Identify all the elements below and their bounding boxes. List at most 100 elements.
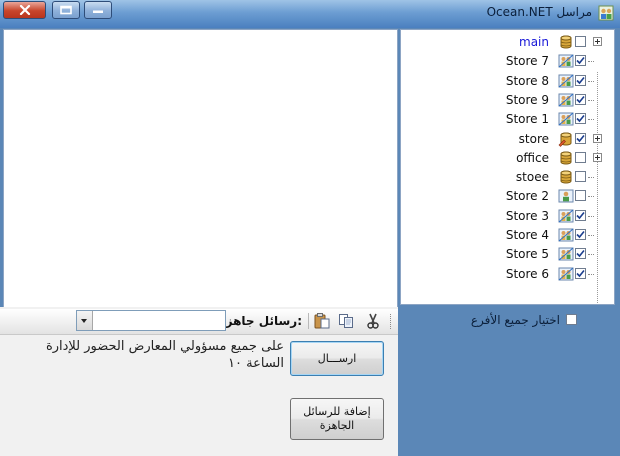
copy-button[interactable] <box>337 312 355 330</box>
checkmark-icon <box>576 57 585 65</box>
tree-node-label[interactable]: office <box>516 151 549 165</box>
ready-messages-dropdown[interactable] <box>76 310 226 331</box>
expand-icon[interactable] <box>593 152 602 162</box>
user-group-icon <box>558 93 574 107</box>
tree-node-label[interactable]: Store 6 <box>506 267 549 281</box>
tree-node-checkbox[interactable] <box>575 229 586 240</box>
chevron-down-icon[interactable] <box>77 311 93 330</box>
database-edit-icon <box>558 132 572 147</box>
tree-node[interactable]: Store 2 <box>401 187 614 206</box>
tree-node-checkbox[interactable] <box>575 151 586 163</box>
tree-connector <box>588 80 594 82</box>
minimize-button[interactable] <box>84 1 112 19</box>
tree-node-checkbox[interactable] <box>575 267 586 279</box>
main-window: Ocean.NET مراسل main Store 7 Store 8 Store … <box>0 0 620 456</box>
tree-node[interactable]: Store 8 <box>401 72 614 91</box>
user-group-icon <box>558 267 574 281</box>
tree-node-checkbox[interactable] <box>575 190 586 202</box>
tree-node[interactable]: main <box>401 33 614 52</box>
checkmark-icon <box>576 211 585 219</box>
close-icon <box>19 5 30 15</box>
tree-node-label[interactable]: Store 4 <box>506 228 549 242</box>
add-to-ready-messages-button[interactable]: إضافة للرسائل الجاهزة <box>290 398 384 440</box>
select-all-checkbox[interactable] <box>566 314 577 325</box>
tree-node-checkbox[interactable] <box>575 171 586 183</box>
tree-connector <box>588 235 594 236</box>
tree-node[interactable]: Store 1 <box>401 110 614 129</box>
tree-node-checkbox[interactable] <box>575 113 586 125</box>
tree-node[interactable]: store <box>401 130 614 149</box>
user-group-icon <box>558 228 574 242</box>
cut-button[interactable] <box>364 312 382 330</box>
checkmark-icon <box>576 269 585 277</box>
close-button[interactable] <box>3 1 46 19</box>
checkmark-icon <box>576 250 585 258</box>
branches-tree[interactable]: main Store 7 Store 8 Store 9 Store 1 store off… <box>400 29 615 305</box>
tree-node-checkbox[interactable] <box>575 248 586 260</box>
tree-connector <box>588 119 594 121</box>
expand-icon[interactable] <box>593 133 602 143</box>
tree-node[interactable]: Store 3 <box>401 207 614 226</box>
user-group-icon <box>558 209 574 223</box>
user-icon <box>558 189 574 203</box>
toolbar-separator <box>308 313 309 329</box>
tree-node-checkbox[interactable] <box>575 74 586 86</box>
message-text[interactable]: على جميع مسؤولي المعارض الحضور للإدارة ا… <box>8 338 284 372</box>
tree-node-label[interactable]: Store 7 <box>506 54 549 68</box>
tree-node[interactable]: Store 9 <box>401 91 614 110</box>
checkmark-icon <box>576 134 585 142</box>
tree-node-checkbox[interactable] <box>575 209 586 221</box>
tree-node[interactable]: Store 5 <box>401 245 614 264</box>
tree-node-label[interactable]: Store 5 <box>506 247 549 261</box>
tree-node-checkbox[interactable] <box>575 55 586 67</box>
tree-node[interactable]: office <box>401 149 614 168</box>
paste-button[interactable] <box>313 312 331 330</box>
tree-node-checkbox[interactable] <box>575 132 586 144</box>
tree-node-label[interactable]: Store 1 <box>506 112 549 126</box>
checkmark-icon <box>576 230 585 239</box>
database-icon <box>560 151 572 165</box>
toolbar-grip[interactable] <box>390 314 394 329</box>
paste-icon <box>314 313 330 329</box>
title-bar[interactable]: Ocean.NET مراسل <box>0 0 620 28</box>
window-title: Ocean.NET مراسل <box>486 5 592 19</box>
tree-node[interactable]: Store 6 <box>401 265 614 284</box>
tree-node-label[interactable]: Store 9 <box>506 93 549 107</box>
user-group-icon <box>558 74 574 88</box>
user-group-icon <box>558 247 574 261</box>
user-group-icon <box>558 112 574 126</box>
tree-node-label[interactable]: Store 8 <box>506 74 549 88</box>
database-icon <box>560 35 572 49</box>
add-to-ready-messages-label: إضافة للرسائل الجاهزة <box>303 405 371 432</box>
tree-node[interactable]: Store 7 <box>401 52 614 71</box>
maximize-icon <box>60 5 72 15</box>
tree-node[interactable]: Store 4 <box>401 226 614 245</box>
tree-node-label[interactable]: main <box>519 35 549 49</box>
expand-icon[interactable] <box>593 37 602 46</box>
maximize-button[interactable] <box>52 1 80 19</box>
select-all-row: اختيار جميع الأفرع <box>400 312 613 330</box>
tree-connector <box>588 273 594 275</box>
tree-connector <box>588 61 594 63</box>
checkmark-icon <box>576 115 585 123</box>
tree-connector <box>588 254 594 256</box>
checkmark-icon <box>576 95 585 104</box>
send-button[interactable]: ارســـال <box>290 341 384 376</box>
checkmark-icon <box>576 76 585 84</box>
copy-icon <box>339 314 353 328</box>
tree-node-label[interactable]: stoee <box>516 170 549 184</box>
minimize-icon <box>93 10 103 13</box>
select-all-label: اختيار جميع الأفرع <box>470 313 560 327</box>
tree-connector <box>588 215 594 217</box>
tree-node-checkbox[interactable] <box>575 93 586 105</box>
tree-connector <box>588 177 594 179</box>
tree-node-label[interactable]: Store 2 <box>506 189 549 203</box>
tree-node-label[interactable]: store <box>519 132 549 146</box>
app-icon <box>598 5 614 21</box>
tree-node[interactable]: stoee <box>401 168 614 187</box>
message-toolbar: رسائل جاهزة: <box>0 309 398 335</box>
cut-icon <box>367 313 379 329</box>
tree-node-label[interactable]: Store 3 <box>506 209 549 223</box>
tree-node-checkbox[interactable] <box>575 36 586 47</box>
tree-connector <box>588 196 594 198</box>
